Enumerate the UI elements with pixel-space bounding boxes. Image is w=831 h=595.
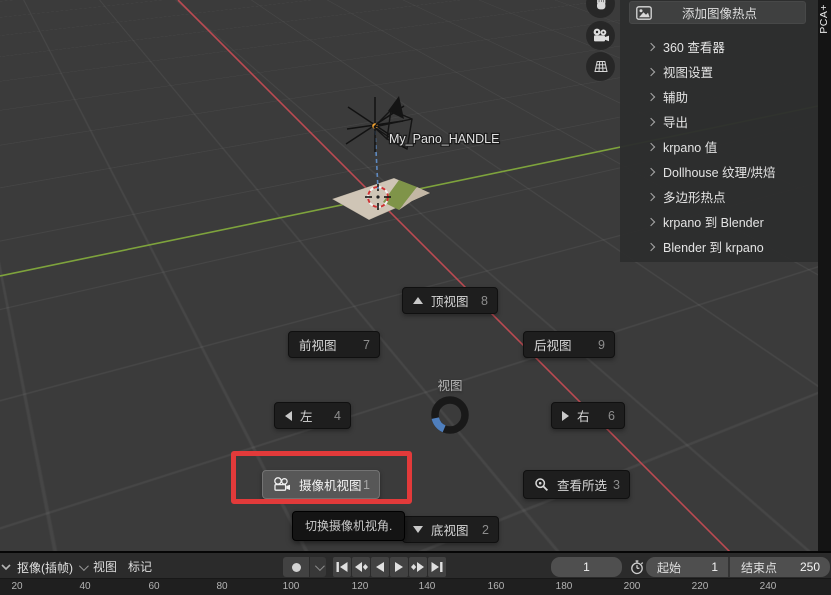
frame-range-fields: 起始 1 结束点 250 [646, 557, 830, 577]
chevron-right-icon [648, 119, 654, 125]
previous-keyframe-button[interactable] [352, 557, 370, 577]
menu-view[interactable]: 视图 [90, 557, 120, 577]
sidebar-item-dollhouse[interactable]: Dollhouse 纹理/烘焙 [620, 159, 818, 184]
sidebar-item-krpano-to-blender[interactable]: krpano 到 Blender [620, 209, 818, 234]
3d-viewport[interactable]: My_Pano_HANDLE [0, 0, 831, 551]
sidebar-item-polygon-hotspot[interactable]: 多边形热点 [620, 184, 818, 209]
timeline-header: 抠像(插帧) 视图 标记 [0, 553, 831, 578]
image-icon [636, 6, 652, 20]
camera-icon [592, 28, 610, 43]
chevron-right-icon [648, 44, 654, 50]
frame-end-field[interactable]: 结束点 250 [730, 557, 830, 577]
jump-end-icon [430, 561, 444, 573]
prev-keyframe-icon [353, 561, 369, 573]
pie-item-top-view[interactable]: 顶视图 8 [402, 287, 498, 314]
sidebar-tab-pca[interactable]: PCA+ [818, 4, 831, 34]
pie-item-bottom-view[interactable]: 底视图 2 [402, 516, 499, 543]
grid-icon [593, 60, 609, 73]
jump-to-end-button[interactable] [428, 557, 446, 577]
play-reverse-icon [374, 561, 386, 573]
camera-icon [273, 477, 291, 492]
chevron-right-icon [648, 94, 654, 100]
add-image-hotspot-label: 添加图像热点 [652, 3, 805, 22]
menu-marker[interactable]: 标记 [125, 557, 155, 577]
jump-to-start-button[interactable] [333, 557, 351, 577]
sidebar-item-krpano-values[interactable]: krpano 值 [620, 134, 818, 159]
chevron-right-icon [648, 244, 654, 250]
pie-item-view-selected[interactable]: 查看所选 3 [523, 470, 630, 499]
pie-item-right-view[interactable]: 右 6 [551, 402, 625, 429]
chevron-right-icon [648, 169, 654, 175]
pano-plane[interactable] [332, 178, 430, 220]
ruler-tick: 160 [481, 581, 511, 592]
krpano-sidebar-panel: 添加图像热点 360 查看器 视图设置 辅助 导出 krpano 值 [620, 0, 818, 262]
sidebar-item-view-settings[interactable]: 视图设置 [620, 59, 818, 84]
pie-item-front-view[interactable]: 前视图 7 [288, 331, 380, 358]
next-keyframe-icon [410, 561, 426, 573]
pie-menu-direction-donut [427, 392, 473, 438]
triangle-down-icon [413, 526, 423, 533]
chevron-down-icon [314, 561, 324, 571]
object-name-label: My_Pano_HANDLE [389, 132, 499, 146]
frame-start-field[interactable]: 起始 1 [646, 557, 728, 577]
triangle-right-icon [562, 411, 569, 421]
ruler-tick: 40 [70, 581, 100, 592]
sidebar-item-assist[interactable]: 辅助 [620, 84, 818, 109]
chevron-down-icon [79, 561, 89, 571]
chevron-right-icon [648, 194, 654, 200]
jump-start-icon [335, 561, 349, 573]
triangle-up-icon [413, 297, 423, 304]
ruler-tick: 240 [753, 581, 783, 592]
toggle-camera-view-button[interactable] [586, 21, 615, 50]
ruler-tick: 140 [412, 581, 442, 592]
ruler-tick: 180 [549, 581, 579, 592]
stopwatch-icon [629, 559, 645, 575]
ruler-tick: 220 [685, 581, 715, 592]
pie-item-camera-view[interactable]: 摄像机视图 1 [262, 470, 380, 499]
chevron-right-icon [648, 219, 654, 225]
ruler-tick: 120 [345, 581, 375, 592]
play-reverse-button[interactable] [371, 557, 389, 577]
toggle-perspective-button[interactable] [586, 52, 615, 81]
ruler-tick: 80 [207, 581, 237, 592]
next-keyframe-button[interactable] [409, 557, 427, 577]
timeline-ruler[interactable]: 20 40 60 80 100 120 140 160 180 200 220 … [0, 578, 831, 595]
add-image-hotspot-button[interactable]: 添加图像热点 [629, 1, 806, 24]
sidebar-tab-strip: PCA+ [818, 0, 831, 551]
hand-icon [593, 0, 609, 12]
chevron-right-icon [648, 144, 654, 150]
keying-mode-dropdown[interactable]: 抠像(插帧) [13, 557, 90, 577]
editor-type-chevron-icon[interactable] [0, 561, 12, 573]
ruler-tick: 100 [276, 581, 306, 592]
magnifier-icon [534, 477, 549, 492]
auto-keying-record-button[interactable] [283, 557, 309, 577]
sidebar-item-blender-to-krpano[interactable]: Blender 到 krpano [620, 234, 818, 259]
blender-window: My_Pano_HANDLE [0, 0, 831, 595]
pie-item-back-view[interactable]: 后视图 9 [523, 331, 615, 358]
ruler-tick: 60 [139, 581, 169, 592]
record-icon [292, 563, 301, 572]
camera-view-tooltip: 切换摄像机视角. [292, 511, 405, 541]
ruler-tick: 20 [2, 581, 32, 592]
current-frame-field[interactable]: 1 [551, 557, 622, 577]
play-icon [393, 561, 405, 573]
sidebar-item-export[interactable]: 导出 [620, 109, 818, 134]
pie-item-left-view[interactable]: 左 4 [274, 402, 351, 429]
chevron-right-icon [648, 69, 654, 75]
ruler-tick: 200 [617, 581, 647, 592]
triangle-left-icon [285, 411, 292, 421]
keying-options-dropdown[interactable] [310, 557, 326, 577]
play-button[interactable] [390, 557, 408, 577]
sidebar-item-360-viewer[interactable]: 360 查看器 [620, 34, 818, 59]
